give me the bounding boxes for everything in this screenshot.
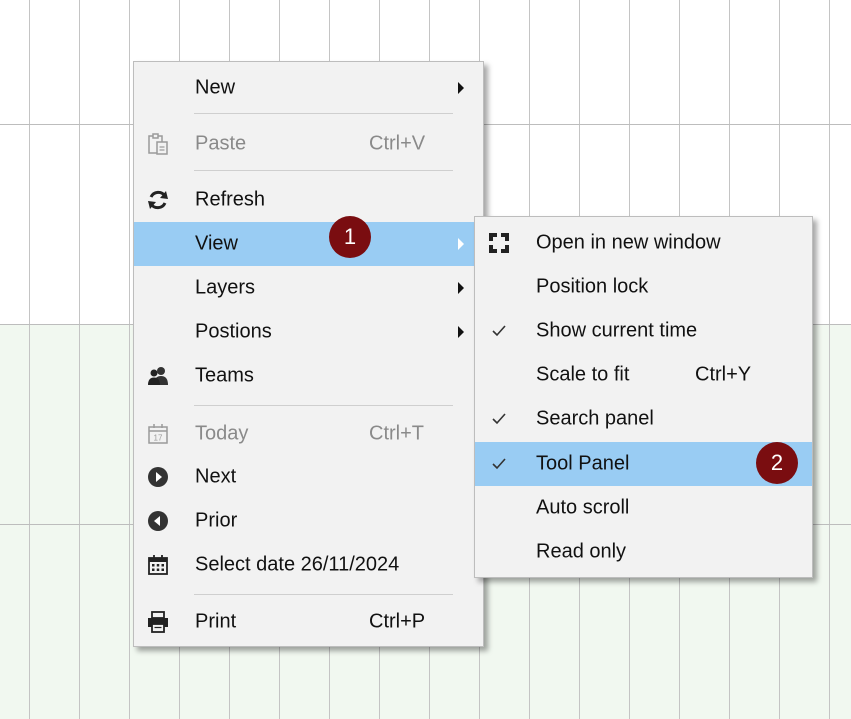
checkmark-icon: [492, 325, 506, 337]
menu-item-label: View: [195, 232, 238, 255]
menu-item-new[interactable]: New: [134, 66, 483, 110]
refresh-icon: [148, 190, 168, 210]
teams-icon: [148, 367, 168, 385]
menu-item-shortcut: Ctrl+P: [369, 610, 426, 633]
menu-item-label: New: [195, 76, 236, 99]
svg-text:17: 17: [154, 434, 163, 443]
open-window-icon: [489, 233, 509, 253]
submenu-item-search-panel[interactable]: Search panel: [475, 397, 812, 441]
step-badge-1: 1: [329, 216, 371, 258]
menu-separator: [194, 170, 453, 171]
submenu-item-open-in-new-window[interactable]: Open in new window: [475, 221, 812, 265]
menu-separator: [194, 594, 453, 595]
submenu-item-label: Tool Panel: [536, 452, 630, 475]
menu-item-select-date[interactable]: Select date 26/11/2024: [134, 543, 483, 587]
submenu-item-show-current-time[interactable]: Show current time: [475, 309, 812, 353]
context-menu: New Paste Ctrl+V Refresh View Layers Pos…: [133, 61, 484, 647]
submenu-item-label: Auto scroll: [536, 496, 630, 519]
submenu-item-label: Search panel: [536, 407, 654, 430]
submenu-item-label: Position lock: [536, 275, 649, 298]
paste-icon: [148, 133, 168, 155]
print-icon: [148, 611, 168, 633]
submenu-arrow-icon: [458, 282, 464, 294]
menu-separator: [194, 113, 453, 114]
submenu-arrow-icon: [458, 238, 464, 250]
submenu-item-auto-scroll[interactable]: Auto scroll: [475, 486, 812, 530]
submenu-item-label: Show current time: [536, 319, 698, 342]
submenu-arrow-icon: [458, 82, 464, 94]
menu-item-label: Print: [195, 610, 237, 633]
menu-item-postions[interactable]: Postions: [134, 310, 483, 354]
menu-item-view[interactable]: View: [134, 222, 483, 266]
menu-item-label: Refresh: [195, 188, 266, 211]
menu-item-label: Next: [195, 465, 237, 488]
submenu-arrow-icon: [458, 326, 464, 338]
menu-item-today[interactable]: 17 Today Ctrl+T: [134, 412, 483, 456]
menu-separator: [194, 405, 453, 406]
menu-item-label: Prior: [195, 509, 238, 532]
view-submenu: Open in new window Position lock Show cu…: [474, 216, 813, 578]
menu-item-shortcut: Ctrl+V: [369, 132, 426, 155]
prior-icon: [148, 511, 168, 531]
calendar-icon: [148, 555, 168, 575]
submenu-item-label: Open in new window: [536, 231, 721, 254]
menu-item-refresh[interactable]: Refresh: [134, 178, 483, 222]
calendar-today-icon: 17: [148, 424, 168, 444]
menu-item-label: Teams: [195, 364, 254, 387]
menu-item-next[interactable]: Next: [134, 455, 483, 499]
submenu-item-label: Scale to fit: [536, 363, 630, 386]
menu-item-label: Postions: [195, 320, 272, 343]
checkmark-icon: [492, 413, 506, 425]
submenu-item-scale-to-fit[interactable]: Scale to fit Ctrl+Y: [475, 353, 812, 397]
menu-item-label: Layers: [195, 276, 256, 299]
submenu-item-read-only[interactable]: Read only: [475, 530, 812, 574]
menu-item-label: Paste: [195, 132, 247, 155]
menu-item-paste[interactable]: Paste Ctrl+V: [134, 122, 483, 166]
menu-item-layers[interactable]: Layers: [134, 266, 483, 310]
menu-item-teams[interactable]: Teams: [134, 354, 483, 398]
submenu-item-shortcut: Ctrl+Y: [695, 363, 752, 386]
menu-item-shortcut: Ctrl+T: [369, 422, 424, 445]
next-icon: [148, 467, 168, 487]
checkmark-icon: [492, 458, 506, 470]
submenu-item-position-lock[interactable]: Position lock: [475, 265, 812, 309]
menu-item-print[interactable]: Print Ctrl+P: [134, 600, 483, 644]
menu-item-prior[interactable]: Prior: [134, 499, 483, 543]
step-badge-2: 2: [756, 442, 798, 484]
menu-item-label: Today: [195, 422, 249, 445]
menu-item-label: Select date 26/11/2024: [195, 553, 400, 576]
submenu-item-label: Read only: [536, 540, 627, 563]
